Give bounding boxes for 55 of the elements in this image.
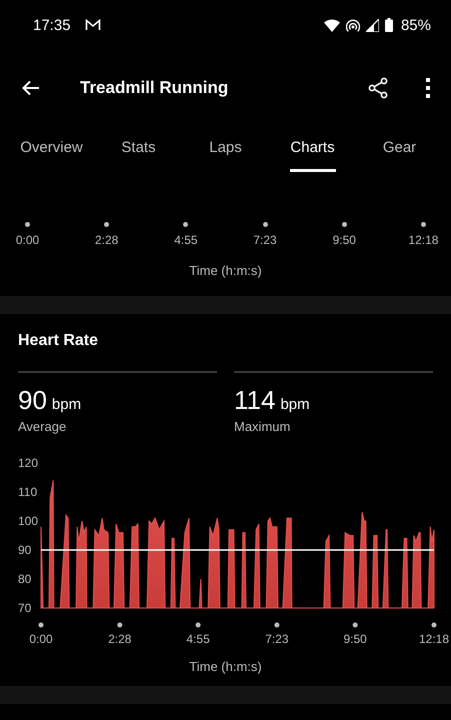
- tab[interactable]: Stats: [95, 125, 182, 172]
- more-menu-icon[interactable]: [425, 78, 431, 98]
- tab[interactable]: Overview: [8, 125, 95, 172]
- y-tick-label: 100: [18, 514, 38, 528]
- stat-label: Maximum: [234, 419, 292, 434]
- wifi-icon: [324, 18, 340, 32]
- y-tick-label: 80: [18, 572, 32, 586]
- axis-tick-label: 4:55: [174, 233, 198, 247]
- share-icon[interactable]: [367, 76, 389, 98]
- axis-title: Time (h:m:s): [189, 263, 262, 278]
- x-tick-label: 12:18: [418, 632, 450, 646]
- y-tick-label: 90: [18, 543, 32, 557]
- tick-dot-icon: [183, 222, 188, 227]
- mail-icon: [84, 19, 101, 31]
- tick-dot-icon: [432, 622, 436, 628]
- stat-value: 90: [18, 385, 47, 416]
- x-tick-label: 7:23: [265, 632, 289, 646]
- back-arrow-icon[interactable]: [22, 80, 40, 96]
- tick-dot-icon: [38, 622, 44, 628]
- status-time: 17:35: [33, 16, 71, 34]
- tick-dot-icon: [117, 622, 122, 628]
- stat-unit: bpm: [280, 396, 310, 413]
- tick-dot-icon: [196, 622, 201, 628]
- x-tick-label: 0:00: [29, 632, 53, 646]
- axis-tick-label: 0:00: [16, 233, 40, 247]
- axis-tick-label: 2:28: [95, 233, 118, 247]
- tick-dot-icon: [262, 222, 268, 227]
- axis-title: Time (h:m:s): [189, 659, 262, 674]
- y-tick-label: 120: [18, 456, 38, 470]
- x-tick-label: 4:55: [186, 632, 210, 646]
- axis-tick-label: 12:18: [408, 233, 438, 247]
- stat-label: Average: [18, 419, 68, 434]
- battery-icon: [384, 18, 393, 32]
- stat-value: 114: [234, 385, 276, 416]
- tick-dot-icon: [342, 222, 347, 227]
- tick-dot-icon: [352, 622, 358, 628]
- tick-dot-icon: [420, 222, 426, 227]
- tick-dot-icon: [25, 222, 30, 227]
- tab[interactable]: Gear: [356, 125, 443, 172]
- axis-tick-label: 7:23: [253, 233, 277, 247]
- axis-tick-label: 9:50: [332, 233, 356, 247]
- tick-dot-icon: [104, 222, 110, 227]
- hotspot-icon: [346, 18, 360, 32]
- x-tick-label: 9:50: [344, 632, 367, 646]
- x-tick-label: 2:28: [108, 632, 132, 646]
- tab[interactable]: Charts: [269, 125, 356, 172]
- stat-unit: bpm: [52, 396, 82, 413]
- battery-percent: 85%: [400, 16, 431, 34]
- signal-icon: [366, 18, 379, 32]
- y-tick-label: 110: [18, 485, 38, 499]
- tab[interactable]: Laps: [182, 125, 269, 172]
- section-title: Heart Rate: [18, 332, 98, 351]
- screen-title: Treadmill Running: [80, 78, 228, 98]
- y-tick-label: 70: [18, 601, 32, 615]
- tick-dot-icon: [274, 622, 280, 628]
